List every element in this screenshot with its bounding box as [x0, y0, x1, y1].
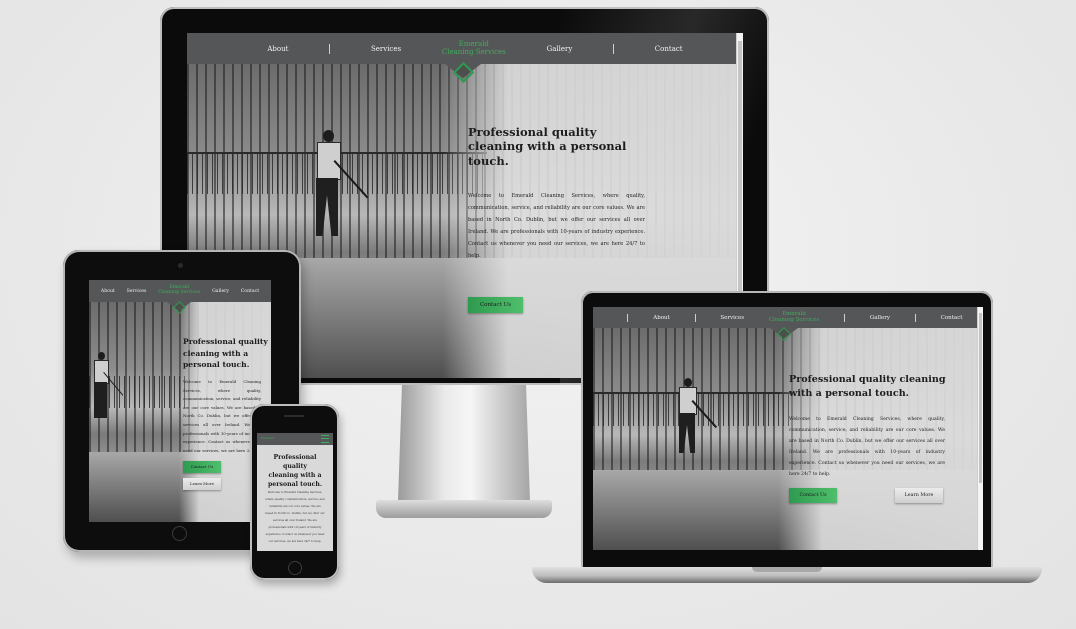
brand-line2: Cleaning Services: [441, 47, 506, 56]
phone-title-line: Professional quality: [273, 454, 317, 470]
phone-speaker: [284, 415, 304, 417]
laptop-contact-button[interactable]: Contact Us: [789, 488, 837, 503]
nav-divider: [844, 313, 846, 322]
laptop-learn-more-button[interactable]: Learn More: [895, 488, 943, 503]
phone-hero-text: Welcome to Emerald Cleaning Services, wh…: [265, 490, 325, 543]
tablet-contact-button[interactable]: Contact Us: [183, 461, 221, 473]
nav-divider: [329, 43, 331, 54]
home-button-icon[interactable]: [288, 561, 302, 575]
worker-figure: [667, 378, 718, 458]
phone-title-line: cleaning with a: [268, 472, 322, 479]
brand-logo-text[interactable]: Emerald Cleaning Services: [768, 311, 820, 324]
tablet-title-line: personal touch.: [183, 360, 250, 369]
nav-gallery[interactable]: Gallery: [870, 315, 890, 321]
tablet-navbar: About Services Emerald Cleaning Services…: [89, 280, 271, 302]
laptop-hero-title: Professional quality cleaning with a per…: [789, 374, 946, 399]
desktop-contact-button[interactable]: Contact Us: [468, 297, 523, 313]
home-button-icon[interactable]: [172, 526, 187, 541]
worker-figure: [91, 352, 131, 422]
nav-divider: [613, 43, 615, 54]
brand-line1: Emerald: [261, 436, 274, 441]
phone-hero-title: Professional quality cleaning with a per…: [261, 453, 329, 489]
laptop-scrollbar[interactable]: [977, 307, 983, 550]
nav-about[interactable]: About: [267, 45, 288, 53]
nav-services[interactable]: Services: [127, 289, 147, 294]
nav-gallery[interactable]: Gallery: [212, 289, 229, 294]
laptop-navbar: About Services Emerald Cleaning Services…: [593, 307, 983, 328]
nav-divider: [627, 313, 629, 322]
desktop-stand-base: [376, 500, 552, 518]
nav-services[interactable]: Services: [371, 45, 401, 53]
nav-about[interactable]: About: [653, 315, 670, 321]
desktop-hero-text: Welcome to Emerald Cleaning Services, wh…: [468, 193, 645, 259]
brand-logo-text[interactable]: Emerald Cleaning Services: [158, 285, 201, 296]
nav-gallery[interactable]: Gallery: [547, 45, 573, 53]
laptop-notch: [752, 567, 822, 572]
tablet-title-line: Professional quality: [183, 337, 268, 346]
nav-contact[interactable]: Contact: [941, 315, 963, 321]
nav-divider: [914, 313, 916, 322]
tablet-title-line: cleaning with a: [183, 348, 249, 358]
desktop-stand-neck: [398, 385, 530, 502]
worker-figure: [297, 130, 369, 240]
brand-line2: Cleaning Services: [158, 290, 201, 295]
laptop-site-viewport: About Services Emerald Cleaning Services…: [593, 307, 983, 550]
tablet-site-viewport: About Services Emerald Cleaning Services…: [89, 280, 271, 522]
brand-logo-text[interactable]: Emerald: [261, 437, 274, 440]
nav-services[interactable]: Services: [720, 315, 744, 321]
nav-contact[interactable]: Contact: [655, 45, 683, 53]
nav-about[interactable]: About: [101, 289, 115, 294]
phone-navbar: Emerald: [257, 433, 333, 445]
laptop-hero-text: Welcome to Emerald Cleaning Services, wh…: [789, 417, 945, 477]
brand-logo-text[interactable]: Emerald Cleaning Services: [441, 40, 506, 56]
tablet-learn-more-button[interactable]: Learn More: [183, 478, 221, 490]
tablet-hero-title: Professional quality cleaning with a per…: [183, 336, 271, 371]
nav-divider: [694, 313, 696, 322]
nav-contact[interactable]: Contact: [241, 289, 259, 294]
phone-site-viewport: Emerald Professional quality cleaning wi…: [257, 433, 333, 551]
brand-line2: Cleaning Services: [768, 316, 820, 323]
desktop-hero-title: Professional quality cleaning with a per…: [468, 125, 627, 168]
phone-title-line: personal touch.: [267, 481, 323, 488]
desktop-navbar: About Services Emerald Cleaning Services…: [187, 33, 743, 64]
hamburger-menu-icon[interactable]: [321, 435, 329, 443]
tablet-camera: [178, 263, 183, 268]
